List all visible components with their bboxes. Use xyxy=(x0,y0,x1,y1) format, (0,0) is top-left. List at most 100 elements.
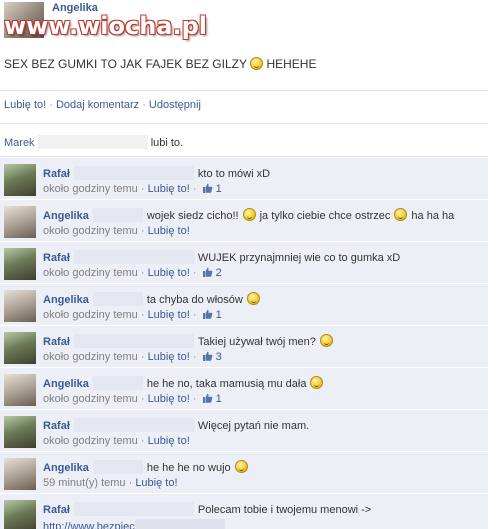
divider xyxy=(0,123,488,124)
comment-body: Rafał Polecam tobie i twojemu menowi -> xyxy=(43,502,371,516)
comment-like-link[interactable]: Lubię to! xyxy=(148,393,190,405)
smiley-icon xyxy=(310,376,324,389)
separator: · xyxy=(137,225,148,237)
redacted-name xyxy=(92,460,143,474)
comment: Angelika ta chyba do włosów około godziny … xyxy=(0,284,488,326)
like-link[interactable]: Lubię to! xyxy=(4,99,46,111)
separator: · xyxy=(137,351,148,363)
comment-time[interactable]: około godziny temu xyxy=(43,225,138,237)
watermark-logo: www.wiocha.pl xyxy=(4,12,208,40)
comment-text: Takiej używał twój men? xyxy=(197,336,316,348)
redacted-name xyxy=(73,418,194,432)
comment-meta: 59 minut(y) temu · Lubię to! xyxy=(43,477,178,489)
comment-meta: około godziny temu · Lubię to! xyxy=(43,225,190,237)
avatar[interactable] xyxy=(4,290,36,322)
likes-suffix: lubi to. xyxy=(150,137,184,149)
comment: Rafał kto to mówi xD około godziny temu · … xyxy=(0,158,488,200)
comment-author[interactable]: Rafał xyxy=(43,504,70,516)
like-count[interactable]: 2 xyxy=(213,267,222,279)
avatar[interactable] xyxy=(4,416,36,448)
comment-meta: około godziny temu · Lubię to! · 3 xyxy=(43,351,222,363)
comment-text: kto to mówi xD xyxy=(197,168,271,180)
comment-author[interactable]: Angelika xyxy=(43,294,89,306)
comment-time[interactable]: około godziny temu xyxy=(43,351,138,363)
comment-like-link[interactable]: Lubię to! xyxy=(148,435,190,447)
like-count[interactable]: 1 xyxy=(213,309,222,321)
comment-author[interactable]: Angelika xyxy=(43,210,89,222)
smiley-icon xyxy=(394,208,408,221)
avatar[interactable] xyxy=(4,164,36,196)
comment-link[interactable]: Dodaj komentarz xyxy=(56,99,139,111)
comment-like-link[interactable]: Lubię to! xyxy=(148,183,190,195)
comment-like-link[interactable]: Lubię to! xyxy=(135,477,177,489)
comment-text: ja tylko ciebie chce ostrzec xyxy=(259,210,391,222)
avatar[interactable] xyxy=(4,332,36,364)
comment-text: he he he no wujo xyxy=(146,462,231,474)
thumbs-up-icon[interactable] xyxy=(202,183,213,193)
share-link[interactable]: Udostępnij xyxy=(149,99,201,111)
likes-summary: Marek lubi to. xyxy=(4,135,183,149)
comment-text: ha ha ha xyxy=(411,210,455,222)
comment-body: Angelika wojek siedz cicho!! ja tylko cieb… xyxy=(43,208,454,222)
comment-author[interactable]: Rafał xyxy=(43,336,70,348)
liker-name[interactable]: Marek xyxy=(4,137,35,149)
smiley-icon xyxy=(250,57,264,70)
comment-like-link[interactable]: Lubię to! xyxy=(148,267,190,279)
separator: · xyxy=(137,435,148,447)
comment: Angelika he he he no wujo 59 minut(y) temu… xyxy=(0,452,488,494)
like-count[interactable]: 1 xyxy=(213,393,222,405)
comment-time[interactable]: około godziny temu xyxy=(43,183,138,195)
comment-body: Rafał kto to mówi xD xyxy=(43,166,270,180)
comment-body: Angelika he he no, taka mamusią mu dała xyxy=(43,376,324,390)
avatar[interactable] xyxy=(4,374,36,406)
comment-body: Rafał WUJEK przynajmniej wie co to gumka … xyxy=(43,250,400,264)
comment-body: Rafał Więcej pytań nie mam. xyxy=(43,418,309,432)
smiley-icon xyxy=(246,292,260,305)
comment-time[interactable]: około godziny temu xyxy=(43,393,138,405)
comment-body: Angelika ta chyba do włosów xyxy=(43,292,260,306)
thumbs-up-icon[interactable] xyxy=(202,267,213,277)
separator: · xyxy=(139,99,149,111)
separator: · xyxy=(137,393,148,405)
redacted-name xyxy=(73,250,194,264)
comment-time[interactable]: około godziny temu xyxy=(43,435,138,447)
avatar[interactable] xyxy=(4,248,36,280)
thumbs-up-icon[interactable] xyxy=(202,393,213,403)
divider xyxy=(0,156,488,157)
comment: Rafał Więcej pytań nie mam. około godziny … xyxy=(0,410,488,452)
like-count[interactable]: 3 xyxy=(213,351,222,363)
comment-link-url[interactable]: http://www.bezpiec xyxy=(43,521,135,529)
comment-author[interactable]: Angelika xyxy=(43,378,89,390)
comment-author[interactable]: Rafał xyxy=(43,168,70,180)
separator: · xyxy=(137,183,148,195)
comment-time[interactable]: około godziny temu xyxy=(43,267,138,279)
avatar[interactable] xyxy=(4,206,36,238)
comment-like-link[interactable]: Lubię to! xyxy=(148,351,190,363)
redacted-name xyxy=(73,502,194,516)
comment-time[interactable]: około godziny temu xyxy=(43,309,138,321)
separator: · xyxy=(125,477,136,489)
smiley-icon xyxy=(242,208,256,221)
comment-text: wojek siedz cicho!! xyxy=(146,210,239,222)
smiley-icon xyxy=(319,334,333,347)
thumbs-up-icon[interactable] xyxy=(202,351,213,361)
comment-author[interactable]: Angelika xyxy=(43,462,89,474)
separator: · xyxy=(189,351,200,363)
comment-like-link[interactable]: Lubię to! xyxy=(148,225,190,237)
avatar[interactable] xyxy=(4,500,36,529)
thumbs-up-icon[interactable] xyxy=(202,309,213,319)
comment-time[interactable]: 59 minut(y) temu xyxy=(43,477,126,489)
comment-like-link[interactable]: Lubię to! xyxy=(148,309,190,321)
comment-author[interactable]: Rafał xyxy=(43,252,70,264)
comment-author[interactable]: Rafał xyxy=(43,420,70,432)
redacted-link xyxy=(134,519,225,529)
like-count[interactable]: 1 xyxy=(213,183,222,195)
status-text: SEX BEZ GUMKI TO JAK FAJEK BEZ GILZY xyxy=(4,57,247,71)
comment-meta: około godziny temu · Lubię to! · 1 xyxy=(43,183,222,195)
separator: · xyxy=(46,99,56,111)
comment-text: Więcej pytań nie mam. xyxy=(197,420,310,432)
redacted-name xyxy=(37,135,148,149)
divider xyxy=(0,90,488,91)
avatar[interactable] xyxy=(4,458,36,490)
comment: Rafał Polecam tobie i twojemu menowi -> ht… xyxy=(0,494,488,529)
